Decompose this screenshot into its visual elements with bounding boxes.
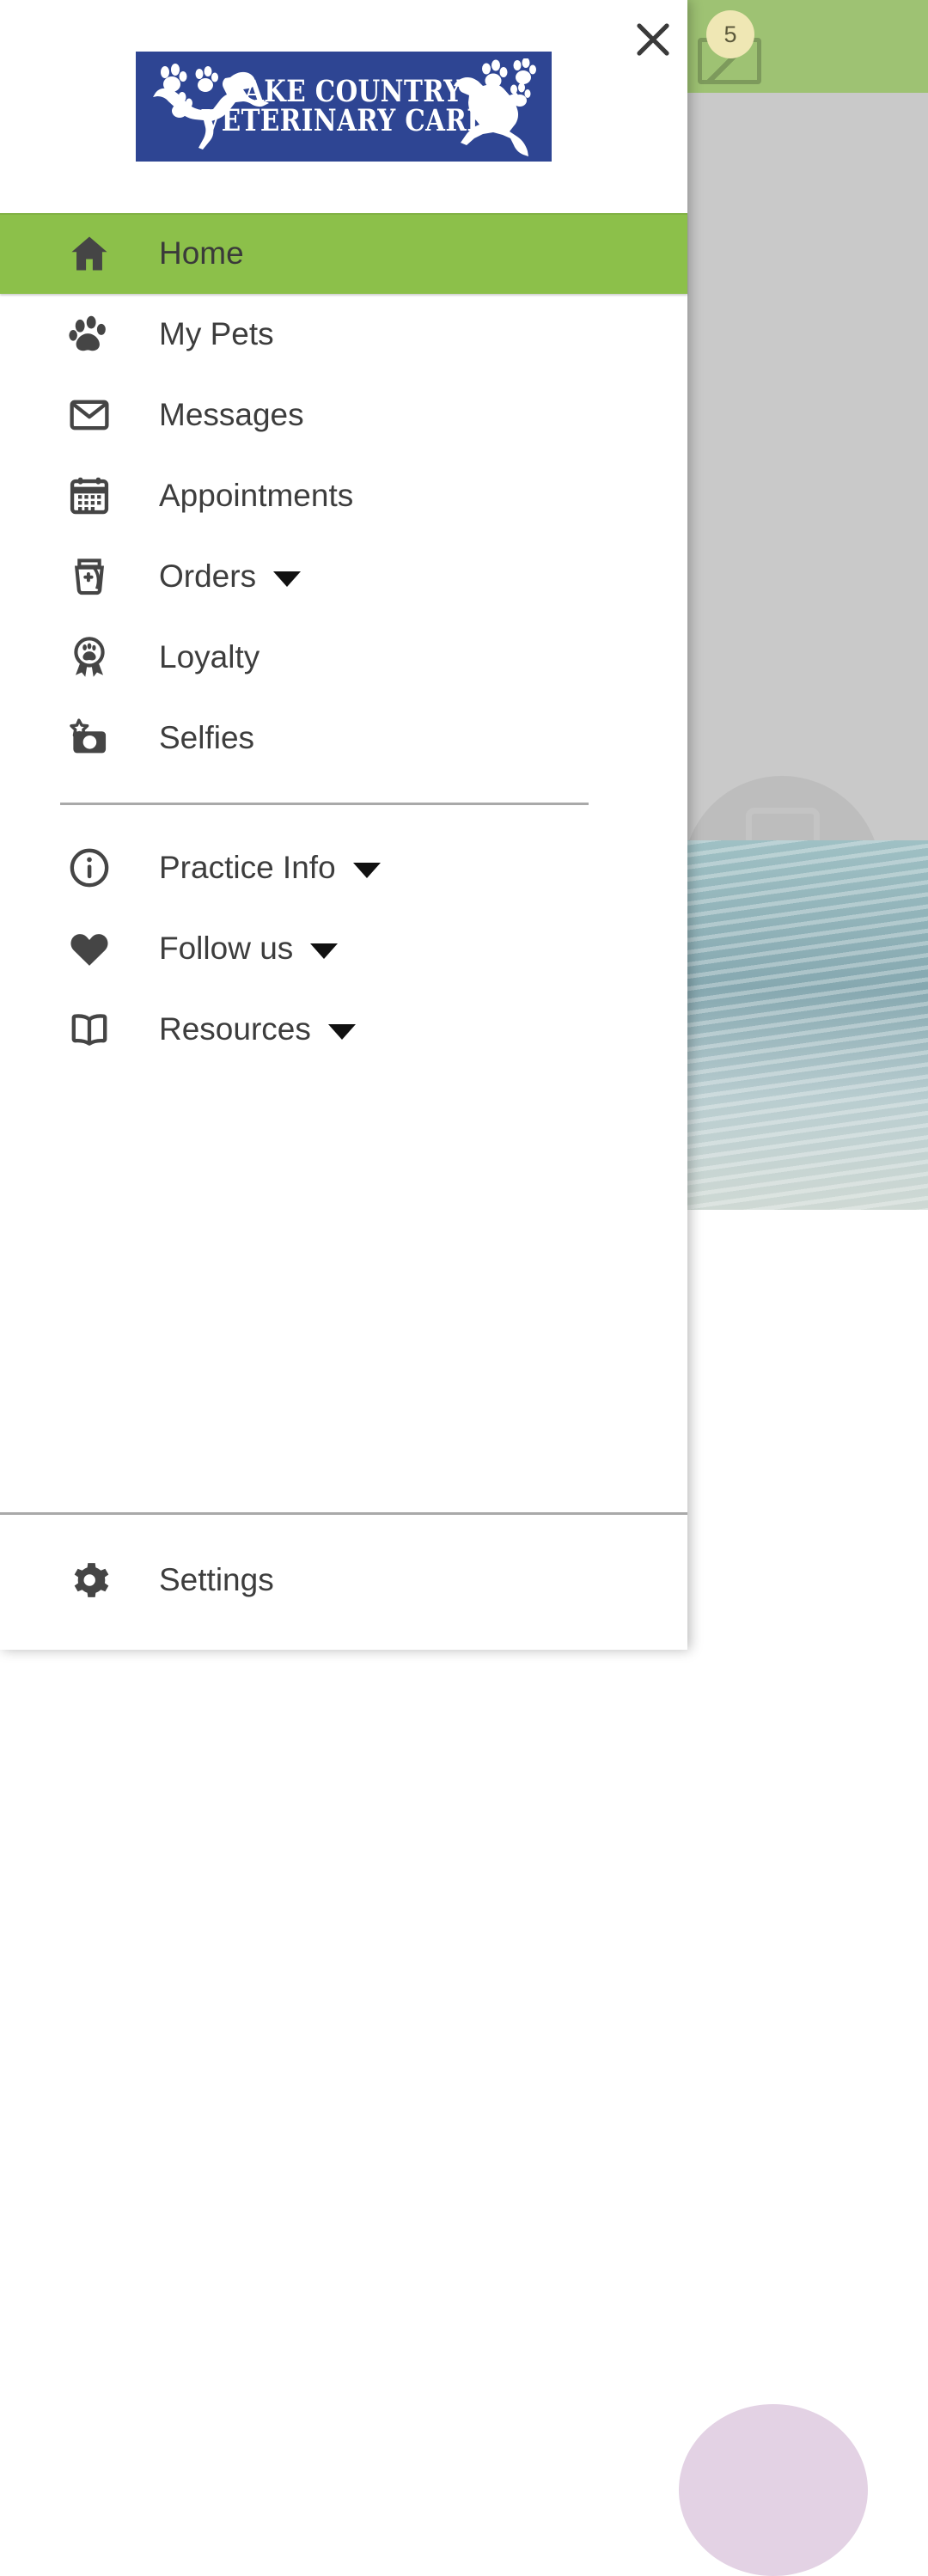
sidebar-item-label: Messages: [159, 397, 304, 432]
logo-text: Lake Country Veterinary Care: [174, 73, 514, 138]
sidebar-item-label: Appointments: [159, 478, 354, 513]
sidebar-item-label: My Pets: [159, 316, 274, 351]
sidebar-item-appointments[interactable]: Appointments: [0, 455, 687, 536]
calendar-icon: [63, 469, 116, 522]
drawer-menu: Home My Pets Messages Appointments Order…: [0, 213, 687, 1512]
sidebar-item-label: Follow us: [159, 931, 294, 966]
chevron-down-icon[interactable]: [352, 863, 381, 878]
sidebar-item-orders[interactable]: Orders: [0, 536, 687, 617]
navigation-drawer: Lake Country Veterinary Care Home My Pet…: [0, 0, 687, 1650]
sidebar-item-label: Selfies: [159, 720, 255, 755]
sidebar-item-label: Resources: [159, 1011, 311, 1047]
camera-star-icon: [63, 711, 116, 765]
chevron-down-icon[interactable]: [327, 1024, 356, 1040]
home-icon: [63, 227, 116, 280]
heart-icon: [63, 922, 116, 975]
sidebar-item-follow-us[interactable]: Follow us: [0, 908, 687, 989]
chevron-down-icon[interactable]: [273, 571, 302, 587]
envelope-icon: [63, 388, 116, 442]
sidebar-item-resources[interactable]: Resources: [0, 989, 687, 1070]
book-icon: [63, 1003, 116, 1056]
paw-icon: [63, 308, 116, 361]
practice-logo: Lake Country Veterinary Care: [136, 52, 552, 162]
logo-line-2: Veterinary Care: [201, 103, 486, 138]
sidebar-item-label: Practice Info: [159, 850, 336, 885]
close-icon: [637, 23, 669, 56]
background-decorative-circle: [679, 2404, 868, 2576]
drawer-logo-header: Lake Country Veterinary Care: [0, 0, 687, 213]
logo-line-1: Lake Country: [225, 73, 462, 109]
sidebar-item-practice-info[interactable]: Practice Info: [0, 827, 687, 908]
sidebar-item-label: Settings: [159, 1562, 274, 1597]
sidebar-item-messages[interactable]: Messages: [0, 375, 687, 455]
menu-divider: [60, 803, 589, 805]
sidebar-item-settings[interactable]: Settings: [0, 1546, 274, 1615]
info-circle-icon: [63, 841, 116, 894]
sidebar-item-label: Loyalty: [159, 639, 260, 675]
sidebar-item-loyalty[interactable]: Loyalty: [0, 617, 687, 698]
sidebar-item-home[interactable]: Home: [0, 213, 687, 294]
food-bag-icon: [63, 550, 116, 603]
gear-icon: [63, 1554, 116, 1607]
sidebar-item-label: Home: [159, 235, 244, 271]
drawer-footer: Settings: [0, 1512, 687, 1650]
sidebar-item-selfies[interactable]: Selfies: [0, 698, 687, 778]
message-count-badge: 5: [706, 10, 754, 58]
close-drawer-button[interactable]: [620, 7, 686, 72]
sidebar-item-label: Orders: [159, 559, 257, 594]
sidebar-item-my-pets[interactable]: My Pets: [0, 294, 687, 375]
award-paw-icon: [63, 631, 116, 684]
chevron-down-icon[interactable]: [310, 943, 339, 959]
